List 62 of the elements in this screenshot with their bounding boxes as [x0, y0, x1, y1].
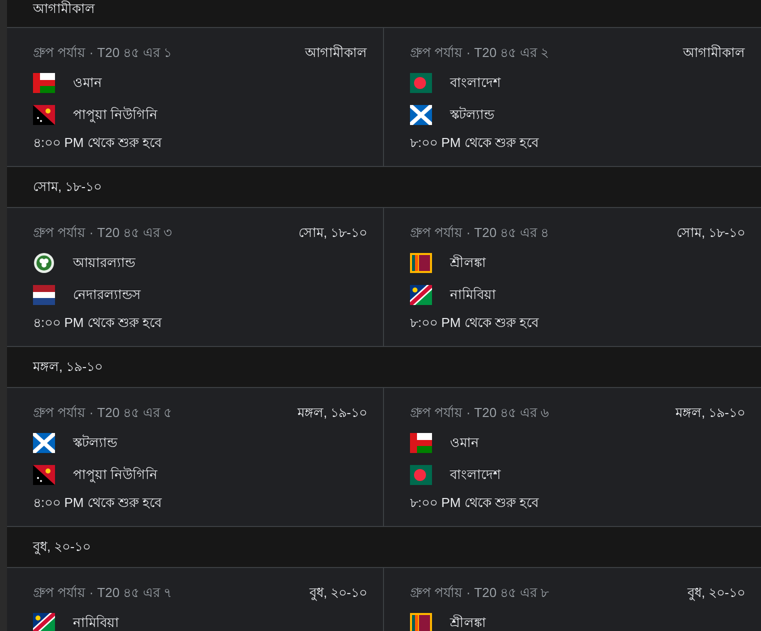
start-time: ৮:০০ PM থেকে শুরু হবে: [410, 494, 539, 512]
flag-icon: [410, 465, 432, 485]
day-heading: আগামীকাল: [33, 0, 95, 18]
day-heading: সোম, ১৮-১০: [33, 178, 102, 196]
flag-icon: [410, 613, 432, 631]
flag-icon: [410, 253, 432, 273]
match-stage: গ্রুপ পর্যায় · T20 ৪৫ এর ৬: [410, 404, 548, 422]
match-stage: গ্রুপ পর্যায় · T20 ৪৫ এর ৭: [33, 584, 172, 602]
team-name: আয়ারল্যান্ড: [73, 254, 135, 272]
flag-icon: [33, 285, 55, 305]
team-name: বাংলাদেশ: [450, 466, 501, 484]
team-name: নামিবিয়া: [73, 614, 119, 631]
flag-icon: [33, 253, 55, 273]
start-time: ৪:০০ PM থেকে শুরু হবে: [33, 134, 162, 152]
start-time: ৪:০০ PM থেকে শুরু হবে: [33, 494, 162, 512]
team-name: বাংলাদেশ: [450, 74, 501, 92]
start-time: ৪:০০ PM থেকে শুরু হবে: [33, 314, 162, 332]
start-time: ৮:০০ PM থেকে শুরু হবে: [410, 134, 539, 152]
match-stage: গ্রুপ পর্যায় · T20 ৪৫ এর ২: [410, 44, 548, 62]
match-stage: গ্রুপ পর্যায় · T20 ৪৫ এর ৩: [33, 224, 172, 242]
day-heading: মঙ্গল, ১৯-১০: [33, 358, 103, 376]
flag-icon: [33, 73, 55, 93]
team-name: স্কটল্যান্ড: [450, 106, 494, 124]
match-date: আগামীকাল: [683, 44, 745, 62]
match-date: সোম, ১৮-১০: [298, 224, 367, 242]
match-card[interactable]: গ্রুপ পর্যায় · T20 ৪৫ এর ৫ মঙ্গল, ১৯-১০ স্কটল্যান্ড পাপুয়া নিউগিনি ৪:০০ PM থেকে শুরু হবে: [7, 388, 383, 526]
team-name: পাপুয়া নিউগিনি: [73, 466, 158, 485]
flag-icon: [33, 465, 55, 485]
day-heading: বুধ, ২০-১০: [33, 538, 91, 556]
match-date: মঙ্গল, ১৯-১০: [297, 404, 367, 422]
flag-icon: [410, 285, 432, 305]
flag-icon: [33, 105, 55, 125]
match-stage: গ্রুপ পর্যায় · T20 ৪৫ এর ৮: [410, 584, 548, 602]
match-stage: গ্রুপ পর্যায় · T20 ৪৫ এর ৫: [33, 404, 172, 422]
match-card[interactable]: গ্রুপ পর্যায় · T20 ৪৫ এর ৭ বুধ, ২০-১০ নামিবিয়া: [7, 568, 383, 631]
flag-icon: [33, 433, 55, 453]
team-name: স্কটল্যান্ড: [73, 434, 117, 452]
match-stage: গ্রুপ পর্যায় · T20 ৪৫ এর ১: [33, 44, 172, 62]
match-date: বুধ, ২০-১০: [687, 584, 745, 603]
team-name: নেদারল্যান্ডস: [73, 286, 141, 304]
match-card[interactable]: গ্রুপ পর্যায় · T20 ৪৫ এর ৪ সোম, ১৮-১০ শ্রীলঙ্কা নামিবিয়া ৮:০০ PM থেকে শুরু হবে: [383, 208, 761, 346]
match-card[interactable]: গ্রুপ পর্যায় · T20 ৪৫ এর ৮ বুধ, ২০-১০ শ্রীলঙ্কা: [383, 568, 761, 631]
team-name: শ্রীলঙ্কা: [450, 254, 486, 272]
flag-icon: [410, 73, 432, 93]
match-card[interactable]: গ্রুপ পর্যায় · T20 ৪৫ এর ৩ সোম, ১৮-১০ আয়ারল্যান্ড নেদারল্যান্ডস ৪:০০ PM থেকে শুরু হবে: [7, 208, 383, 346]
match-stage: গ্রুপ পর্যায় · T20 ৪৫ এর ৪: [410, 224, 548, 242]
team-name: নামিবিয়া: [450, 286, 496, 304]
match-card[interactable]: গ্রুপ পর্যায় · T20 ৪৫ এর ১ আগামীকাল ওমান পাপুয়া নিউগিনি ৪:০০ PM থেকে শুরু হবে: [7, 28, 383, 166]
match-date: বুধ, ২০-১০: [309, 584, 367, 603]
start-time: ৮:০০ PM থেকে শুরু হবে: [410, 314, 539, 332]
team-name: পাপুয়া নিউগিনি: [73, 106, 158, 125]
flag-icon: [33, 613, 55, 631]
match-date: মঙ্গল, ১৯-১০: [675, 404, 745, 422]
team-name: ওমান: [450, 434, 479, 452]
match-date: আগামীকাল: [305, 44, 367, 62]
flag-icon: [410, 105, 432, 125]
flag-icon: [410, 433, 432, 453]
match-date: সোম, ১৮-১০: [676, 224, 745, 242]
match-card[interactable]: গ্রুপ পর্যায় · T20 ৪৫ এর ৬ মঙ্গল, ১৯-১০ ওমান বাংলাদেশ ৮:০০ PM থেকে শুরু হবে: [383, 388, 761, 526]
team-name: শ্রীলঙ্কা: [450, 614, 486, 631]
team-name: ওমান: [73, 74, 102, 92]
match-card[interactable]: গ্রুপ পর্যায় · T20 ৪৫ এর ২ আগামীকাল বাংলাদেশ স্কটল্যান্ড ৮:০০ PM থেকে শুরু হবে: [383, 28, 761, 166]
